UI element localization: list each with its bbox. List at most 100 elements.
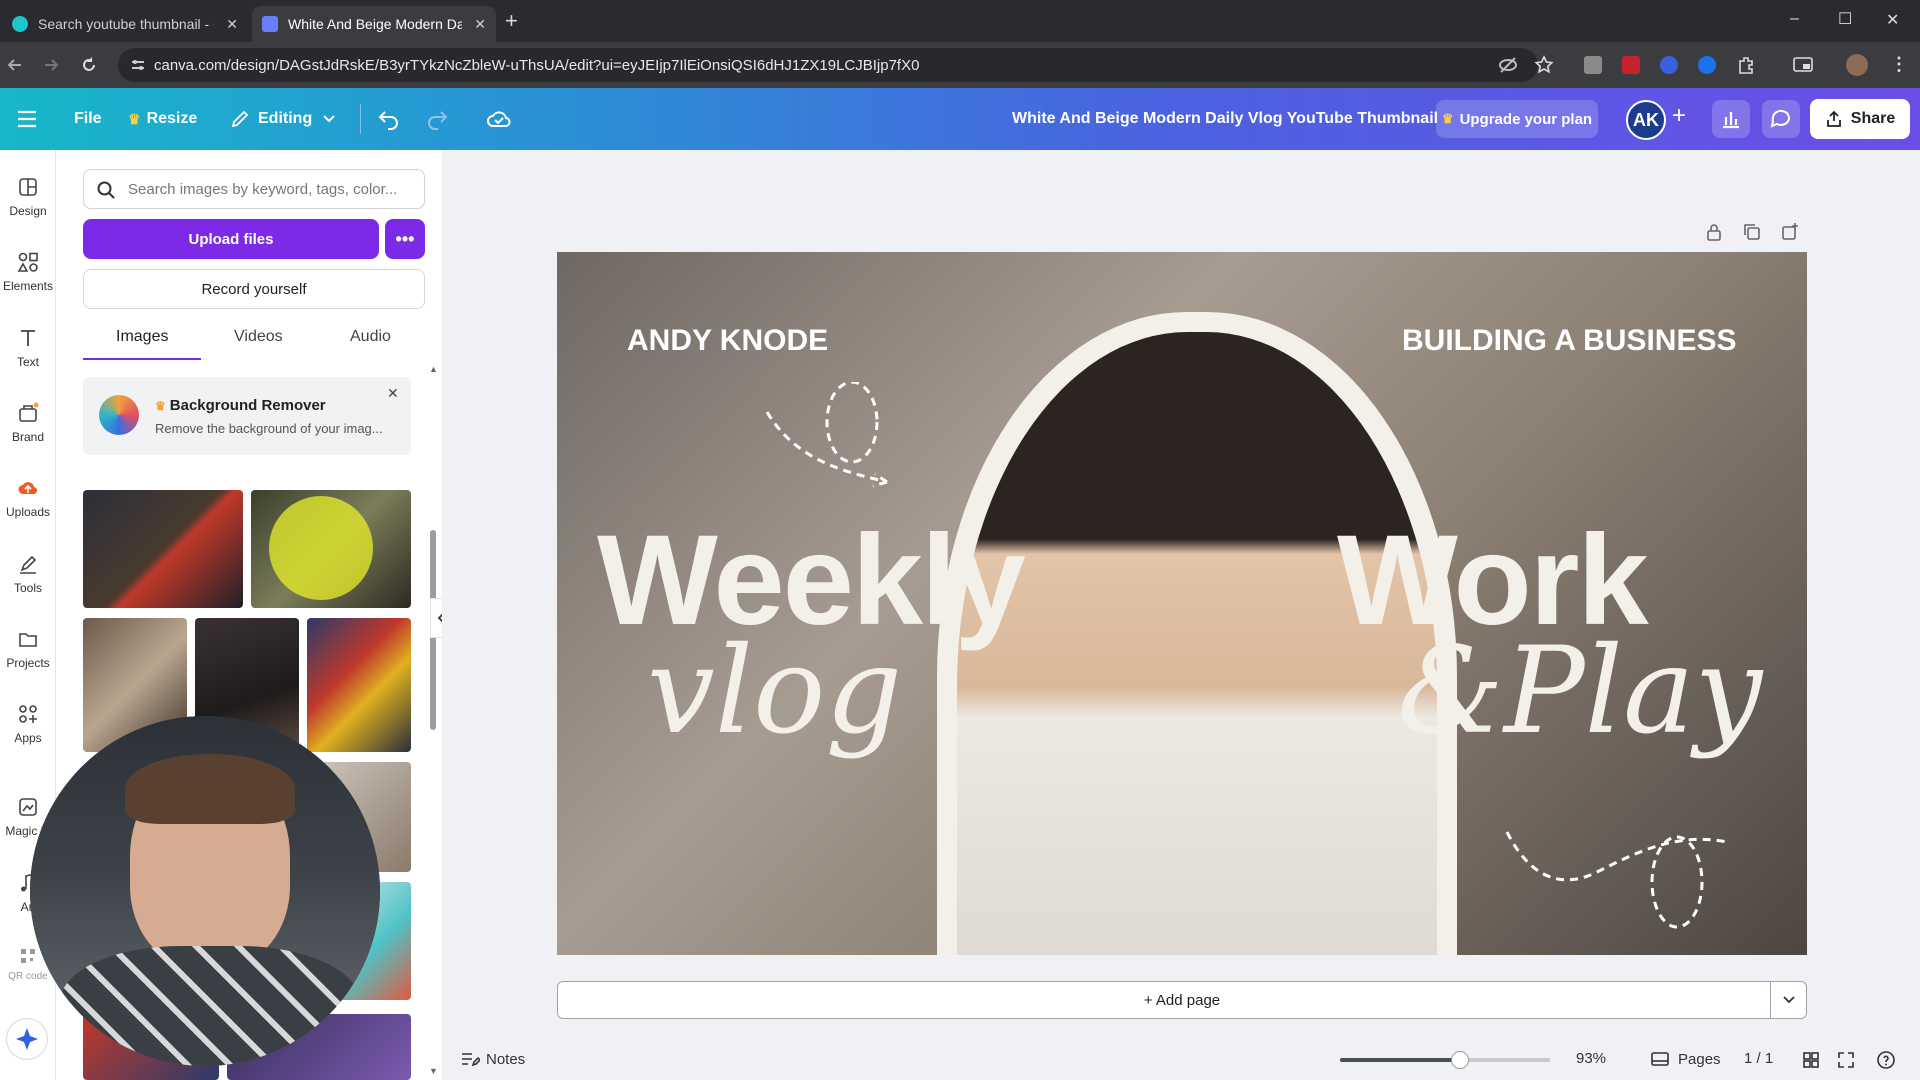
extension-icon[interactable]	[1584, 56, 1602, 74]
eye-off-icon[interactable]	[1498, 56, 1518, 74]
dashed-arrow-bottom-icon[interactable]	[1497, 822, 1737, 942]
cloud-saved-icon[interactable]	[486, 107, 512, 131]
browser-tab-strip: Search youtube thumbnail - Ca ✕ White An…	[0, 0, 1920, 42]
add-collaborator-icon[interactable]: +	[1672, 102, 1686, 130]
comments-button[interactable]	[1762, 100, 1800, 138]
upload-thumbnail[interactable]	[251, 490, 411, 608]
zoom-slider[interactable]	[1340, 1051, 1550, 1069]
rail-item-elements[interactable]: Elements	[0, 251, 56, 293]
design-canvas-page[interactable]: ANDY KNODE BUILDING A BUSINESS Weekly Wo…	[557, 252, 1807, 955]
active-tab-underline	[83, 358, 201, 360]
minimize-button[interactable]: –	[1790, 10, 1799, 28]
editor-bottom-bar: Notes 93% Pages 1 / 1	[442, 1040, 1920, 1080]
bookmark-star-icon[interactable]	[1534, 55, 1554, 75]
fullscreen-icon[interactable]	[1837, 1051, 1855, 1069]
chevron-down-icon	[323, 115, 335, 123]
rail-item-projects[interactable]: Projects	[0, 628, 56, 670]
script-vlog-text[interactable]: vlog	[647, 622, 902, 761]
new-tab-button[interactable]: +	[505, 8, 518, 34]
creator-name-text[interactable]: ANDY KNODE	[627, 324, 828, 358]
panel-scrollbar[interactable]: ▲ ▼	[429, 364, 438, 1080]
reload-icon[interactable]	[80, 56, 98, 74]
user-avatar[interactable]: AK	[1626, 100, 1666, 140]
close-promo-button[interactable]: ✕	[387, 385, 399, 402]
close-tab-icon[interactable]: ✕	[226, 16, 238, 33]
file-menu-button[interactable]: File	[74, 102, 102, 136]
resize-label: Resize	[146, 110, 198, 127]
grid-view-icon[interactable]	[1802, 1051, 1820, 1069]
subtitle-text[interactable]: BUILDING A BUSINESS	[1402, 324, 1736, 358]
share-button[interactable]: Share	[1810, 99, 1910, 139]
notes-icon	[462, 1053, 480, 1067]
analytics-button[interactable]	[1712, 100, 1750, 138]
site-info-icon[interactable]	[130, 57, 146, 73]
page-count[interactable]: 1 / 1	[1744, 1050, 1773, 1067]
upload-files-button[interactable]: Upload files	[83, 219, 379, 259]
scroll-up-icon[interactable]: ▲	[429, 364, 438, 374]
add-page-options-button[interactable]	[1770, 981, 1807, 1019]
extension-blue-icon[interactable]	[1660, 56, 1678, 74]
search-images-input[interactable]: Search images by keyword, tags, color...	[83, 169, 425, 209]
crown-icon: ♛	[128, 110, 141, 127]
rail-item-uploads[interactable]: Uploads	[0, 477, 56, 519]
zoom-percentage[interactable]: 93%	[1576, 1050, 1606, 1067]
presenter-shirt	[60, 946, 360, 1066]
rail-item-tools[interactable]: Tools	[0, 553, 56, 595]
crown-icon: ♛	[1441, 111, 1454, 126]
add-page-icon[interactable]	[1780, 222, 1800, 242]
browser-tab-design[interactable]: White And Beige Modern Daily ✕	[252, 6, 496, 42]
background-remover-promo[interactable]: ♛ Background Remover Remove the backgrou…	[83, 377, 411, 455]
editing-mode-button[interactable]: Editing	[230, 102, 336, 136]
script-play-text[interactable]: &Play	[1397, 622, 1762, 761]
pages-button[interactable]: Pages	[1650, 1050, 1721, 1068]
maximize-button[interactable]: ☐	[1838, 9, 1852, 29]
extension-red-icon[interactable]	[1622, 56, 1640, 74]
hamburger-menu-icon[interactable]	[16, 109, 38, 129]
add-page-button[interactable]: + Add page	[557, 981, 1807, 1019]
rail-item-text[interactable]: Text	[0, 327, 56, 369]
rail-item-brand[interactable]: Brand	[0, 402, 56, 444]
rail-item-label: Design	[9, 204, 47, 218]
resize-button[interactable]: ♛ Resize	[128, 102, 197, 136]
notes-button[interactable]: Notes	[460, 1050, 525, 1068]
promo-subtitle: Remove the background of your imag...	[155, 421, 383, 436]
notes-label: Notes	[486, 1050, 526, 1068]
close-window-button[interactable]: ✕	[1886, 10, 1899, 30]
help-icon[interactable]	[1876, 1050, 1896, 1070]
pages-label: Pages	[1678, 1050, 1721, 1068]
document-title[interactable]: White And Beige Modern Daily Vlog YouTub…	[1012, 110, 1438, 128]
more-upload-options-button[interactable]: •••	[385, 219, 425, 259]
rail-item-design[interactable]: Design	[0, 176, 56, 218]
search-icon	[97, 181, 115, 199]
upgrade-plan-button[interactable]: ♛ Upgrade your plan	[1436, 100, 1598, 138]
cast-icon[interactable]	[1792, 55, 1814, 75]
tab-audio[interactable]: Audio	[350, 328, 391, 346]
browser-menu-icon[interactable]: ⋮	[1890, 54, 1908, 75]
undo-icon[interactable]	[377, 108, 401, 130]
profile-avatar[interactable]	[1846, 54, 1868, 76]
rail-item-label: Projects	[6, 656, 50, 670]
duplicate-page-icon[interactable]	[1742, 222, 1762, 242]
upload-thumbnail[interactable]	[83, 490, 243, 608]
url-field[interactable]: canva.com/design/DAGstJdRskE/B3yrTYkzNcZ…	[118, 48, 1538, 82]
lock-icon[interactable]	[1704, 222, 1724, 242]
tab-title: Search youtube thumbnail - Ca	[38, 16, 215, 32]
forward-icon[interactable]	[42, 56, 60, 74]
scroll-down-icon[interactable]: ▼	[429, 1066, 438, 1076]
zoom-slider-knob[interactable]	[1450, 1051, 1469, 1069]
close-tab-icon[interactable]: ✕	[474, 16, 486, 33]
back-icon[interactable]	[6, 56, 24, 74]
dashed-arrow-top-icon[interactable]	[757, 382, 937, 512]
presenter-hair	[125, 754, 295, 824]
editor-top-bar: File ♛ Resize Editing White And Beige Mo…	[0, 88, 1920, 150]
browser-tab-search[interactable]: Search youtube thumbnail - Ca ✕	[2, 6, 248, 42]
redo-icon[interactable]	[425, 108, 449, 130]
extension-shield-icon[interactable]	[1698, 56, 1716, 74]
promo-title: Background Remover	[169, 397, 326, 414]
puzzle-extensions-icon[interactable]	[1736, 55, 1756, 75]
record-yourself-button[interactable]: Record yourself	[83, 269, 425, 309]
elements-shapes-icon	[17, 252, 38, 272]
tab-videos[interactable]: Videos	[234, 328, 283, 346]
editing-label: Editing	[258, 110, 313, 127]
tab-images[interactable]: Images	[116, 328, 168, 346]
